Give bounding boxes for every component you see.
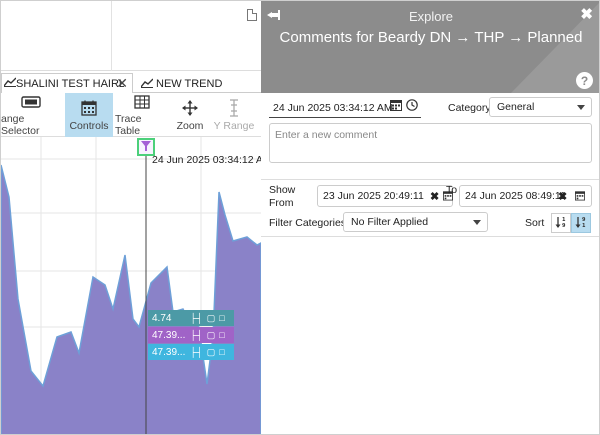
explore-comments-panel: Explore Comments for Beardy DN → THP → P… [261,1,599,434]
trace-table-button[interactable]: Trace Table [115,93,169,137]
panel-title: Explore [408,9,454,24]
category-select[interactable]: General [489,97,592,117]
zoom-button[interactable]: Zoom [171,93,209,137]
close-icon[interactable]: ✖ [580,5,593,23]
sort-label: Sort [525,217,545,229]
tab-shalini-test-hairlines[interactable]: SHALINI TEST HAIRLINES ✕ [1,73,133,93]
readout-row[interactable]: 47.39... ├┤ ▢ □ [148,344,234,360]
panel-subtitle: Comments for Beardy DN → THP → Planned [279,29,583,46]
comment-filter-section: Show From 23 Jun 2025 20:49:11 ✖ To 24 J… [261,179,599,237]
calendar-icon[interactable] [575,190,585,204]
tab-label: SHALINI TEST HAIRLINES [16,77,124,90]
tab-close-icon[interactable]: ✕ [116,75,128,92]
panel-header: Explore Comments for Beardy DN → THP → P… [261,1,599,93]
chart-line-icon [3,77,17,90]
trend-pane: SHALINI TEST HAIRLINES ✕ NEW TREND ange … [1,1,261,435]
comment-bubble-icon[interactable]: ▢ [207,347,216,358]
svg-text:1: 1 [582,223,586,228]
calendar-icon[interactable] [390,99,402,114]
calendar-grid-icon [81,99,97,117]
checkbox-icon[interactable]: □ [219,313,224,323]
svg-text:9: 9 [562,223,566,228]
controls-button[interactable]: Controls [65,93,113,137]
chevron-down-icon [473,220,481,225]
range-selector-button[interactable]: ange Selector [1,93,61,137]
tab-new-trend[interactable]: NEW TREND [140,75,223,93]
readout-value: 4.74 [152,312,172,324]
readout-value: 47.39... [152,329,186,341]
clock-icon[interactable] [406,99,418,114]
show-from-label: Show From [269,184,296,209]
category-label: Category [448,102,491,114]
document-icon[interactable] [247,9,257,21]
chevron-down-icon [577,105,585,110]
to-date-field[interactable]: 24 Jun 2025 08:49:11 ✖ [459,185,592,207]
clear-icon[interactable]: ✖ [558,190,567,203]
range-selector-icon [21,93,41,110]
trend-overview-area [1,1,261,71]
filter-categories-label: Filter Categories [269,217,347,229]
sort-descending-icon: 91 [575,216,587,230]
sort-ascending-icon: 19 [555,216,567,230]
span-arrows-icon: ├┤ [190,313,203,323]
sort-descending-button[interactable]: 91 [571,213,591,233]
help-icon[interactable]: ? [576,72,593,89]
span-arrows-icon: ├┤ [190,330,203,340]
move-arrows-icon [182,99,198,117]
filter-categories-select[interactable]: No Filter Applied [343,212,488,232]
y-range-icon [228,98,240,117]
comment-bubble-icon[interactable]: ▢ [207,330,216,341]
comment-bubble-icon[interactable]: ▢ [207,313,216,324]
checkbox-icon[interactable]: □ [219,347,224,357]
to-label: To [446,184,458,196]
chart-line-icon [140,78,154,91]
table-icon [134,93,150,110]
trend-plot[interactable] [1,137,261,435]
divider [111,1,112,71]
new-comment-input[interactable] [269,123,592,163]
cursor-timestamp: 24 Jun 2025 03:34:12 AM [152,154,261,166]
sort-ascending-button[interactable]: 19 [551,213,571,233]
tab-label: NEW TREND [156,78,223,90]
clear-icon[interactable]: ✖ [430,190,439,203]
readout-row[interactable]: 4.74 ├┤ ▢ □ [148,310,234,326]
trend-series-area [1,164,261,434]
trend-tab-bar: SHALINI TEST HAIRLINES ✕ NEW TREND [1,71,261,93]
readout-row[interactable]: 47.39... ├┤ ▢ □ [148,327,234,343]
from-date-field[interactable]: 23 Jun 2025 20:49:11 ✖ [317,185,453,207]
readout-value: 47.39... [152,346,186,358]
app-frame: SHALINI TEST HAIRLINES ✕ NEW TREND ange … [0,0,600,435]
trend-toolbar: ange Selector Controls Trace Table Zoom [1,93,261,137]
filter-funnel-icon [141,140,151,154]
cursor-readouts: 4.74 ├┤ ▢ □ 47.39... ├┤ ▢ □ 47.39... ├┤ … [148,310,234,361]
y-range-button[interactable]: Y Range [211,93,257,137]
checkbox-icon[interactable]: □ [219,330,224,340]
span-arrows-icon: ├┤ [190,347,203,357]
